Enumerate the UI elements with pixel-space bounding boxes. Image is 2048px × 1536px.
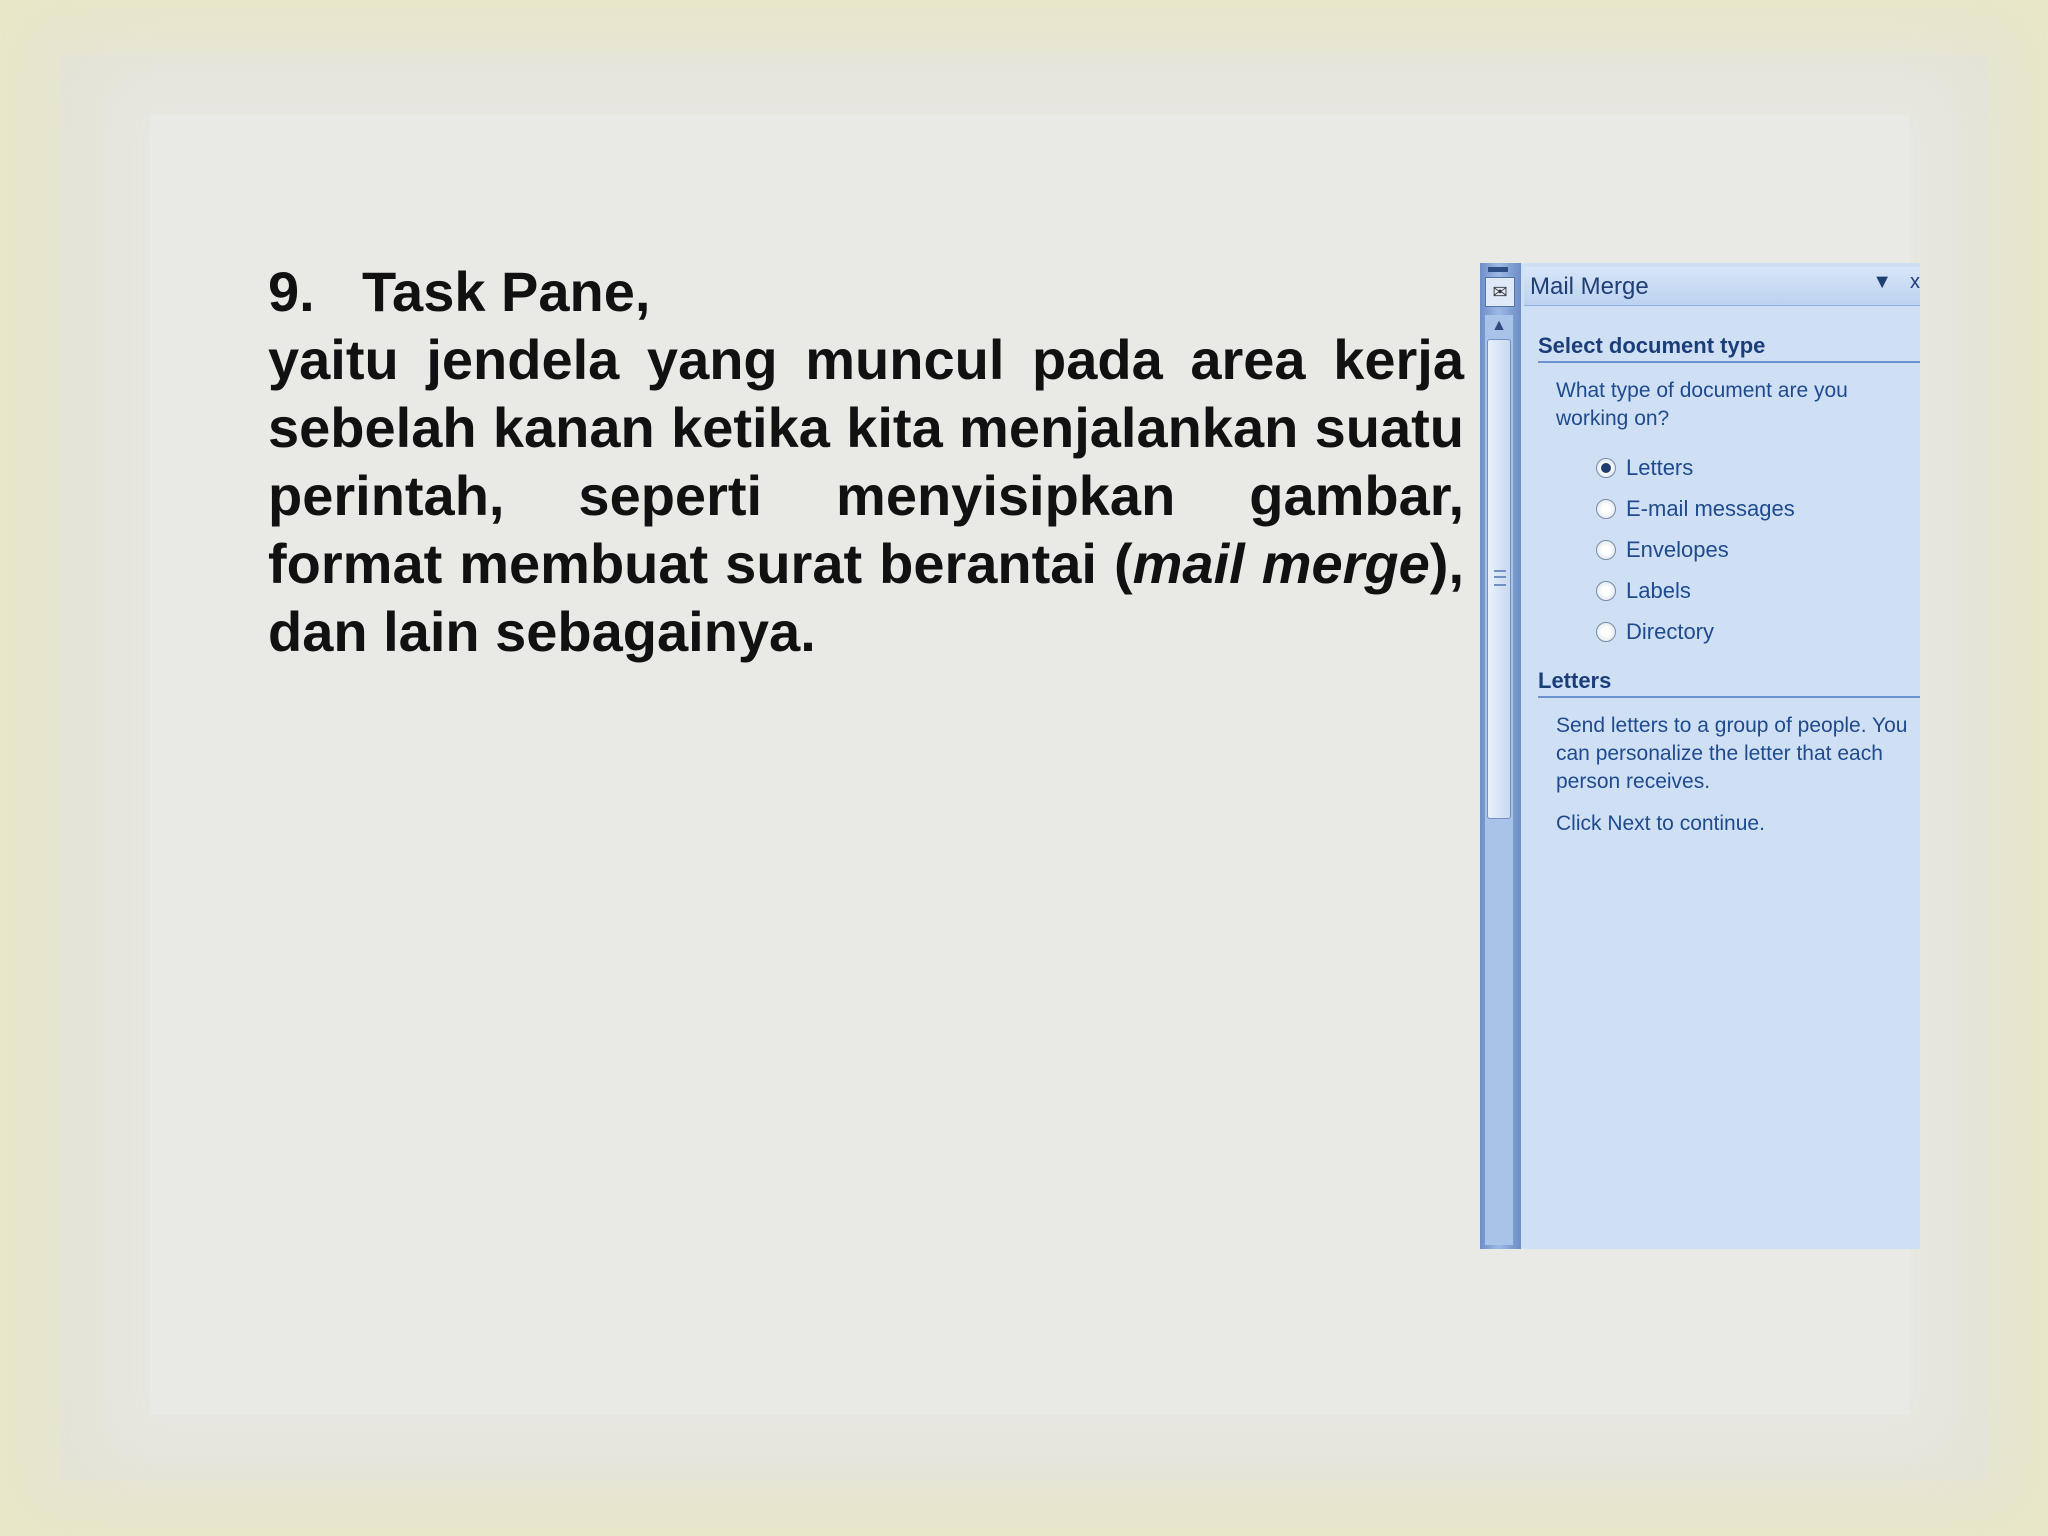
body-text-italic: mail merge: [1132, 532, 1430, 595]
scroll-up-arrow-icon[interactable]: ▲: [1485, 315, 1513, 337]
next-instruction: Click Next to continue.: [1556, 812, 1765, 835]
scroll-thumb[interactable]: [1487, 339, 1511, 819]
radio-option-directory[interactable]: Directory: [1596, 611, 1920, 652]
heading-number: 9.: [268, 260, 315, 323]
slide-body-text: 9. Task Pane, yaitu jendela yang muncul p…: [268, 258, 1464, 666]
task-pane-title-bar: Mail Merge ▼ x: [1524, 267, 1920, 306]
document-type-question: What type of document are you working on…: [1556, 379, 1848, 430]
task-pane-screenshot: ✉ ▲ Mail Merge ▼ x Select document type …: [1480, 263, 1920, 1249]
heading-text: Task Pane,: [362, 260, 651, 323]
task-pane-left-bar: ✉ ▲: [1480, 263, 1521, 1249]
grip-lines-icon: [1494, 570, 1506, 586]
letters-description: Send letters to a group of people. You c…: [1556, 714, 1908, 793]
section-heading-select-document-type: Select document type: [1538, 333, 1920, 363]
radio-option-labels[interactable]: Labels: [1596, 570, 1920, 611]
task-pane-content: Select document type What type of docume…: [1538, 333, 1920, 852]
mail-merge-icon: ✉: [1485, 277, 1515, 307]
grip-icon: [1488, 267, 1508, 272]
document-type-radio-group: Letters E-mail messages Envelopes Labels…: [1596, 447, 1920, 652]
radio-label: Envelopes: [1626, 536, 1729, 562]
radio-option-envelopes[interactable]: Envelopes: [1596, 529, 1920, 570]
radio-option-letters[interactable]: Letters: [1596, 447, 1920, 488]
section-heading-letters: Letters: [1538, 668, 1920, 698]
scrollbar[interactable]: ▲: [1485, 315, 1513, 1245]
dropdown-arrow-icon[interactable]: ▼: [1872, 271, 1892, 294]
radio-label: Labels: [1626, 577, 1691, 603]
task-pane-title: Mail Merge: [1530, 273, 1649, 300]
radio-button-icon[interactable]: [1596, 580, 1616, 601]
radio-button-icon[interactable]: [1596, 621, 1616, 642]
radio-button-icon[interactable]: [1596, 498, 1616, 519]
close-icon[interactable]: x: [1910, 271, 1920, 294]
radio-label: E-mail messages: [1626, 495, 1795, 521]
slide-heading: 9. Task Pane,: [268, 258, 1464, 326]
radio-label: Letters: [1626, 454, 1694, 480]
radio-button-checked-icon[interactable]: [1596, 457, 1616, 478]
radio-label: Directory: [1626, 618, 1715, 644]
radio-button-icon[interactable]: [1596, 539, 1616, 560]
radio-option-email-messages[interactable]: E-mail messages: [1596, 488, 1920, 529]
